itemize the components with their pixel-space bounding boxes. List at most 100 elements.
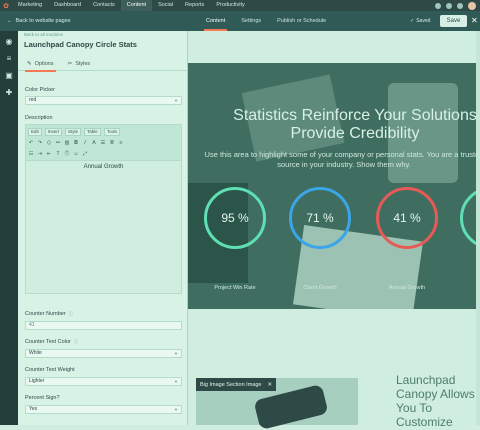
description-label: Description [25,115,53,121]
link-icon[interactable]: ⚯ [55,140,61,146]
template-icon[interactable]: ▣ [5,71,13,80]
counter-text-color-label: Counter Text Color ⓘ [25,339,78,345]
tab-publish[interactable]: Publish or Schedule [277,11,326,31]
counter-number-label-text: Counter Number [25,311,66,317]
chevron-down-icon: ▼ [174,98,178,103]
preview-scrollbar[interactable] [476,31,480,425]
stat-label: Project Win Rate [214,285,256,291]
close-icon[interactable]: ✕ [267,382,272,388]
save-button[interactable]: Save [440,15,467,27]
stat-circle: 95 % [204,187,266,249]
stat-value: 95 % [221,211,249,225]
hero-subtitle: Use this area to highlight some of your … [204,150,480,169]
saved-status: ✓ Saved [410,18,430,24]
expand-icon[interactable]: ⤢ [82,151,88,157]
bullet-list-icon[interactable]: ☰ [100,140,106,146]
emoji-icon[interactable]: ☺ [73,151,79,157]
chevron-down-icon: ▼ [174,407,178,412]
nav-social[interactable]: Social [152,0,179,11]
tab-styles[interactable]: ✂ Styles [68,57,91,71]
stat-label: Annual Growth [388,285,426,291]
color-picker-label: Color Picker [25,87,55,93]
info-icon[interactable]: ⓘ [74,339,79,345]
module-label-text: Big Image Section Image [200,381,262,388]
editor-content[interactable]: Annual Growth [26,164,181,170]
clear-format-icon[interactable]: Ⓣ [64,150,70,157]
nav-productivity[interactable]: Productivity [210,0,250,11]
back-to-pages-link[interactable]: ← Back to website pages [0,18,71,24]
nav-dashboard[interactable]: Dashboard [48,0,87,11]
big-image-section[interactable]: Big Image Section Image ✕ [196,378,358,430]
module-label-bar: Big Image Section Image ✕ [196,378,276,391]
stats-hero-section[interactable]: Statistics Reinforce Your Solutions Prov… [188,63,480,309]
nav-content[interactable]: Content [120,0,153,11]
nav-marketing[interactable]: Marketing [12,0,48,11]
source-code-icon[interactable]: ⟨⟩ [46,140,52,146]
percent-sign-select[interactable]: Yes ▼ [25,405,182,414]
back-link-label: Back to website pages [15,18,71,24]
color-picker-label-text: Color Picker [25,87,55,93]
pencil-icon: ✎ [27,60,32,67]
menu-edit[interactable]: Edit [28,127,42,136]
counter-number-label: Counter Number ⓘ [25,311,73,317]
nav-reports[interactable]: Reports [179,0,210,11]
settings-icon[interactable] [446,2,452,9]
align-center-icon[interactable]: ≡ [118,140,124,146]
editor-header: ← Back to website pages Content Settings… [0,11,480,31]
redo-icon[interactable]: ↷ [37,140,43,146]
counter-text-color-label-text: Counter Text Color [25,339,71,345]
add-icon[interactable]: ✚ [6,88,13,97]
top-navigation: ✿ Marketing Dashboard Contacts Content S… [0,0,480,11]
stat-label: Client Growth [303,285,337,291]
counter-number-input[interactable]: 41 [25,321,182,330]
stat-value: 71 % [306,211,334,225]
close-icon[interactable]: ✕ [471,16,478,25]
module-settings-panel: Back to all modules Launchpad Canopy Cir… [18,31,188,425]
hubspot-logo-icon[interactable]: ✿ [0,0,12,11]
nav-contacts[interactable]: Contacts [87,0,121,11]
italic-icon[interactable]: I [82,140,88,146]
tab-options[interactable]: ✎ Options [25,57,56,72]
tab-content[interactable]: Content [203,11,228,31]
editor-toolbar: Edit Insert Style Table Tools ↶ ↷ ⟨⟩ ⚯ ▨… [26,125,181,161]
stat-circle: 41 % [376,187,438,249]
align-left-icon[interactable]: ≣ [109,140,115,146]
description-label-text: Description [25,115,53,121]
color-picker-value: red [29,97,37,103]
menu-tools[interactable]: Tools [103,127,121,136]
chevron-down-icon: ▼ [174,351,178,356]
menu-table[interactable]: Table [84,127,101,136]
counter-text-weight-select[interactable]: Lighter ▼ [25,377,182,386]
counter-text-weight-value: Lighter [29,378,45,384]
academy-icon[interactable] [435,2,441,9]
counter-text-color-value: White [29,350,42,356]
info-icon[interactable]: ⓘ [69,311,74,317]
menu-insert[interactable]: Insert [44,127,63,136]
module-title: Launchpad Canopy Circle Stats [24,40,137,49]
tab-settings[interactable]: Settings [241,11,261,31]
color-picker-select[interactable]: red ▼ [25,96,182,105]
tab-styles-label: Styles [75,60,91,67]
eye-icon[interactable]: ◉ [6,37,13,46]
rich-text-editor[interactable]: Edit Insert Style Table Tools ↶ ↷ ⟨⟩ ⚯ ▨… [25,124,182,294]
percent-sign-value: Yes [29,406,38,412]
bold-icon[interactable]: B [73,140,79,146]
image-icon[interactable]: ▨ [64,140,70,146]
text-color-icon[interactable]: A [91,140,97,146]
counter-text-color-select[interactable]: White ▼ [25,349,182,358]
arrow-left-icon: ← [7,18,13,24]
numbered-list-icon[interactable]: ☷ [28,151,34,157]
scissors-icon: ✂ [67,60,73,67]
menu-style[interactable]: Style [65,127,82,136]
outdent-icon[interactable]: ⇤ [46,151,52,157]
saved-label: Saved [416,18,431,24]
tab-options-label: Options [34,60,54,67]
percent-sign-label: Percent Sign? [25,395,60,401]
indent-icon[interactable]: ⇥ [37,151,43,157]
font-size-icon[interactable]: T [55,151,61,157]
user-avatar[interactable] [468,1,476,10]
chevron-down-icon: ▼ [174,379,178,384]
undo-icon[interactable]: ↶ [28,140,34,146]
layers-icon[interactable]: ≡ [7,54,12,63]
notifications-icon[interactable] [457,2,463,9]
